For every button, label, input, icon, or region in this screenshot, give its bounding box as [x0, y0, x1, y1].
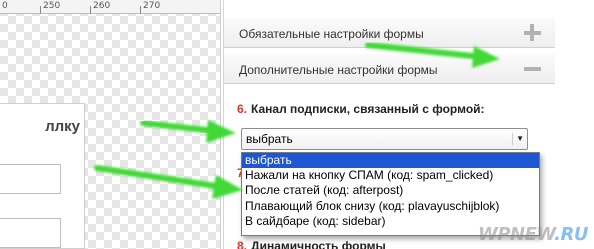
ruler-label: 260 — [93, 1, 111, 11]
preview-input[interactable] — [0, 218, 61, 248]
subscription-channel-label: 6. Канал подписки, связанный с формой: — [237, 102, 485, 116]
preview-title: ллку — [45, 118, 80, 135]
minus-icon[interactable] — [524, 60, 541, 77]
ruler: 0 250 260 270 — [0, 0, 220, 14]
form-dynamics-label: 8. Динамичность формы — [237, 239, 386, 249]
dropdown-option[interactable]: Плавающий блок снизу (код: plavayuschijb… — [242, 199, 539, 214]
ruler-label: 0 — [2, 1, 8, 11]
watermark-accent: .RU — [554, 224, 588, 245]
dropdown-option[interactable]: выбрать — [242, 153, 539, 169]
field-number: 8. — [237, 239, 248, 249]
field-number: 6. — [237, 102, 248, 116]
field-label: Канал подписки, связанный с формой: — [251, 102, 485, 116]
settings-panel: Обязательные настройки формы Дополнитель… — [223, 0, 594, 249]
ruler-label: 270 — [143, 1, 161, 11]
subscription-channel-select[interactable]: выбрать ▼ — [241, 128, 528, 150]
section-additional-settings[interactable]: Дополнительные настройки формы — [224, 54, 555, 84]
field-label: Динамичность формы — [251, 239, 386, 249]
form-preview-canvas: 0 250 260 270 ллку — [0, 0, 221, 249]
select-value: выбрать — [246, 132, 293, 146]
plus-icon[interactable] — [524, 24, 541, 41]
preview-input[interactable] — [0, 164, 61, 194]
site-watermark-logo: WPNEW.RU — [477, 224, 589, 245]
section-title: Дополнительные настройки формы — [239, 63, 438, 77]
section-required-settings[interactable]: Обязательные настройки формы — [224, 18, 555, 48]
form-preview-card: ллку — [0, 103, 85, 249]
chevron-down-icon[interactable]: ▼ — [512, 133, 524, 145]
ruler-label: 250 — [43, 1, 61, 11]
watermark-main: WPNEW — [477, 224, 555, 245]
section-title: Обязательные настройки формы — [239, 27, 424, 41]
dropdown-option[interactable]: После статей (код: afterpost) — [242, 183, 539, 198]
dropdown-option[interactable]: Нажали на кнопку СПАМ (код: spam_clicked… — [242, 168, 539, 183]
